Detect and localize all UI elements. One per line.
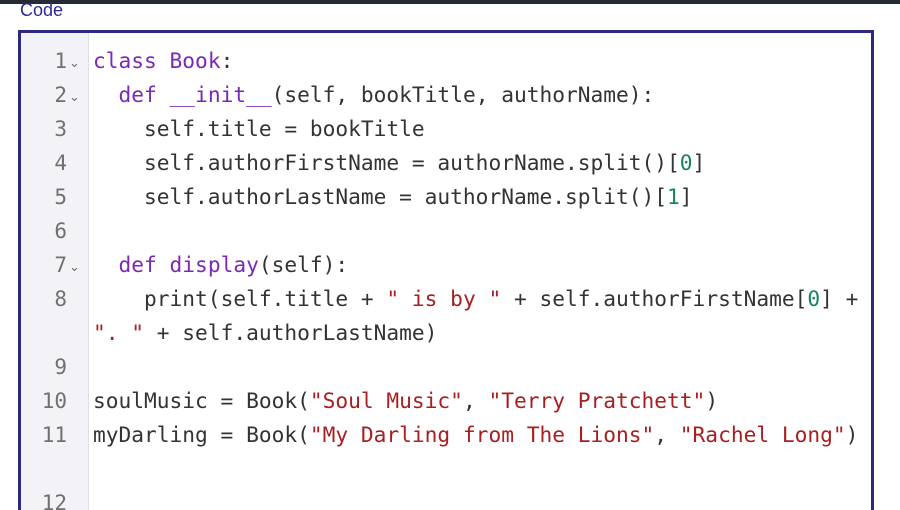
code-token: , xyxy=(462,388,489,413)
code-token: 1 xyxy=(667,184,680,209)
code-text: print(self.title + " is by " + self.auth… xyxy=(93,282,865,350)
code-token: ". " xyxy=(93,320,145,345)
line-number: 2 xyxy=(54,83,67,107)
code-line[interactable]: 5 self.authorLastName = authorName.split… xyxy=(21,180,871,214)
code-token: "Soul Music" xyxy=(309,388,463,413)
code-token: soulMusic = Book( xyxy=(93,388,310,413)
code-token: : xyxy=(220,48,234,73)
line-number: 3 xyxy=(54,117,67,141)
code-line[interactable]: 6 xyxy=(21,214,871,248)
code-text xyxy=(93,350,865,384)
code-token: ] xyxy=(679,184,693,209)
code-token: display xyxy=(169,252,259,277)
code-token: def xyxy=(118,252,170,277)
code-line[interactable]: 4 self.authorFirstName = authorName.spli… xyxy=(21,146,871,180)
code-token: + self.authorFirstName[ xyxy=(501,286,808,311)
line-number: 5 xyxy=(54,185,67,209)
code-token: (self): xyxy=(258,252,349,277)
code-token: self.title = bookTitle xyxy=(93,116,425,141)
code-text: self.title = bookTitle xyxy=(93,112,865,146)
code-editor[interactable]: 1 ⌄ class Book: 2 ⌄ def __init__(self, bookT… xyxy=(18,30,874,510)
code-text xyxy=(93,214,865,248)
code-text xyxy=(93,486,865,510)
code-line[interactable]: 9 xyxy=(21,350,871,384)
line-number: 12 xyxy=(41,491,67,510)
code-line[interactable]: 3 self.title = bookTitle xyxy=(21,112,871,146)
code-token: (self, bookTitle, authorName): xyxy=(271,82,655,107)
code-line[interactable]: 12 xyxy=(21,486,871,510)
line-number: 11 xyxy=(41,423,67,447)
line-number: 7 xyxy=(54,253,67,277)
code-token: class xyxy=(93,48,170,73)
code-line[interactable]: 10 soulMusic = Book("Soul Music", "Terry … xyxy=(21,384,871,418)
code-token: " is by " xyxy=(386,286,502,311)
code-token: 0 xyxy=(679,150,693,175)
line-number: 9 xyxy=(54,355,67,379)
line-number: 4 xyxy=(54,151,67,175)
fold-chevron-icon[interactable]: ⌄ xyxy=(69,81,80,115)
code-token: ] + xyxy=(820,286,872,311)
code-token: ] xyxy=(692,150,706,175)
line-number: 6 xyxy=(54,219,67,243)
code-token: "Terry Pratchett" xyxy=(488,388,706,413)
code-token: + self.authorLastName) xyxy=(144,320,438,345)
code-text: def display(self): xyxy=(93,248,865,282)
code-token: ) xyxy=(845,422,859,447)
line-number: 10 xyxy=(41,389,67,413)
code-lines: 1 ⌄ class Book: 2 ⌄ def __init__(self, bookT… xyxy=(21,44,871,510)
code-text: class Book: xyxy=(93,44,865,78)
code-token: 0 xyxy=(807,286,821,311)
code-token: ) xyxy=(705,388,719,413)
fold-chevron-icon[interactable]: ⌄ xyxy=(69,47,80,81)
code-line[interactable]: 8 print(self.title + " is by " + self.au… xyxy=(21,282,871,350)
code-line[interactable]: 7 ⌄ def display(self): xyxy=(21,248,871,282)
code-token: Book xyxy=(169,48,221,73)
code-token: print(self.title + xyxy=(93,286,387,311)
code-token: , xyxy=(654,422,680,447)
code-line[interactable]: 11 myDarling = Book("My Darling from The … xyxy=(21,418,871,486)
fold-chevron-icon[interactable]: ⌄ xyxy=(69,251,80,285)
code-text: soulMusic = Book("Soul Music", "Terry Pr… xyxy=(93,384,865,418)
code-text: def __init__(self, bookTitle, authorName… xyxy=(93,78,865,112)
code-token: self.authorLastName = authorName.split()… xyxy=(93,184,668,209)
code-text: myDarling = Book("My Darling from The Li… xyxy=(93,418,865,452)
code-token: __init__ xyxy=(169,82,272,107)
code-line[interactable]: 1 ⌄ class Book: xyxy=(21,44,871,78)
code-token: "My Darling from The Lions" xyxy=(309,422,655,447)
code-token: myDarling = Book( xyxy=(93,422,310,447)
code-token: "Rachel Long" xyxy=(679,422,846,447)
code-token: self.authorFirstName = authorName.split(… xyxy=(93,150,680,175)
line-number: 8 xyxy=(54,287,67,311)
code-line[interactable]: 2 ⌄ def __init__(self, bookTitle, authorN… xyxy=(21,78,871,112)
code-token: def xyxy=(118,82,170,107)
code-text: self.authorFirstName = authorName.split(… xyxy=(93,146,865,180)
line-number: 1 xyxy=(54,49,67,73)
section-label: Code xyxy=(20,0,64,20)
code-text: self.authorLastName = authorName.split()… xyxy=(93,180,865,214)
top-bar xyxy=(0,0,900,4)
